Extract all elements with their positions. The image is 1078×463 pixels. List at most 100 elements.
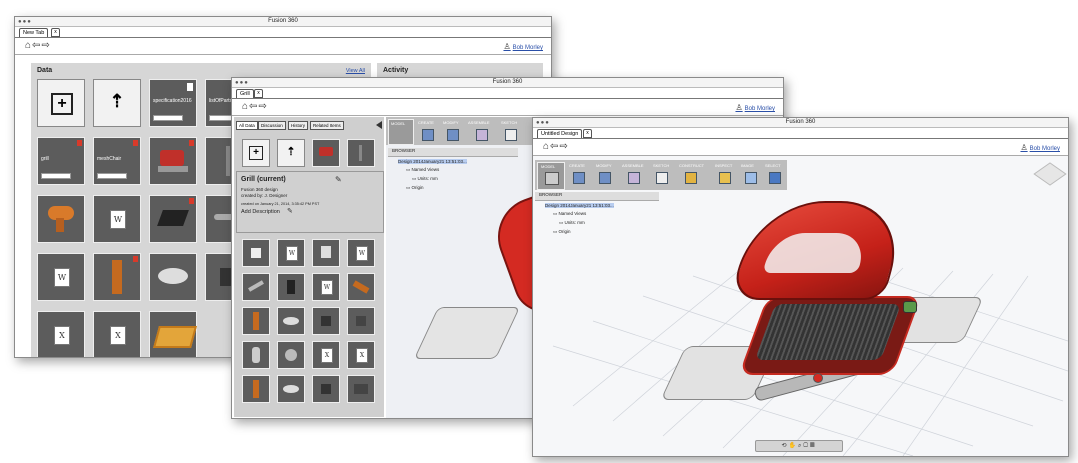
file-tile[interactable]: W bbox=[312, 273, 340, 301]
orbit-icon[interactable]: ⟲ bbox=[781, 443, 788, 449]
modify-icon[interactable] bbox=[447, 129, 459, 141]
add-description-link[interactable]: Add Description bbox=[241, 209, 280, 215]
grill-model[interactable] bbox=[660, 201, 993, 416]
window-controls[interactable]: ●●● bbox=[18, 18, 32, 27]
file-tile[interactable]: W bbox=[347, 239, 375, 267]
browser-root[interactable]: Design 2014January21 13:51:03... bbox=[388, 159, 518, 164]
browser-item[interactable]: ▭ Units: mm bbox=[535, 220, 659, 226]
tab-close-icon[interactable]: x bbox=[583, 129, 592, 138]
select-icon[interactable] bbox=[769, 172, 781, 184]
file-tile-selected[interactable] bbox=[312, 139, 340, 167]
file-tile[interactable]: meshChair bbox=[93, 137, 141, 185]
sketch-icon[interactable] bbox=[656, 172, 668, 184]
collapse-panel-icon[interactable] bbox=[376, 121, 382, 129]
file-tile[interactable] bbox=[242, 273, 270, 301]
edit-description-icon[interactable]: ✎ bbox=[287, 207, 293, 215]
file-tile[interactable] bbox=[149, 137, 197, 185]
file-tile[interactable] bbox=[347, 307, 375, 335]
file-tile[interactable]: W bbox=[93, 195, 141, 243]
browser-item[interactable]: ▭ Units: mm bbox=[388, 176, 518, 182]
subtab-related-items[interactable]: Related Items bbox=[310, 121, 344, 130]
file-tile[interactable]: specification2016 bbox=[149, 79, 197, 127]
model-workspace-button[interactable]: MODEL bbox=[537, 162, 565, 190]
new-design-button[interactable]: + bbox=[37, 79, 85, 127]
window-controls[interactable]: ●●● bbox=[235, 79, 249, 88]
model-workspace-button[interactable]: MODEL bbox=[388, 119, 414, 145]
forward-icon[interactable]: ⇨ bbox=[258, 101, 267, 112]
file-tile[interactable] bbox=[149, 195, 197, 243]
display-settings-icon[interactable]: ▦ bbox=[810, 443, 817, 449]
window-controls[interactable]: ●●● bbox=[536, 119, 550, 128]
browser-item[interactable]: ▭ Named Views bbox=[388, 167, 518, 173]
subtab-all-data[interactable]: All Data bbox=[236, 121, 258, 130]
file-tile[interactable] bbox=[93, 253, 141, 301]
file-tile[interactable]: W bbox=[37, 253, 85, 301]
view-all-link[interactable]: View All bbox=[346, 68, 365, 74]
browser-item[interactable]: ▭ Origin bbox=[388, 185, 518, 191]
viewport[interactable]: MODEL CREATE MODIFY ASSEMBLE SKETCH CONS… bbox=[533, 156, 1068, 456]
file-tile[interactable] bbox=[277, 341, 305, 369]
file-tile[interactable] bbox=[149, 253, 197, 301]
upload-button[interactable]: ⇡ bbox=[93, 79, 141, 127]
file-tile[interactable] bbox=[277, 273, 305, 301]
file-tile[interactable] bbox=[149, 311, 197, 357]
home-icon[interactable]: ⌂ bbox=[25, 40, 32, 51]
file-tile[interactable] bbox=[277, 375, 305, 403]
tool-label: CREATE bbox=[569, 163, 585, 168]
file-tile[interactable]: W bbox=[277, 239, 305, 267]
file-tile[interactable] bbox=[312, 239, 340, 267]
create-box-icon[interactable] bbox=[573, 172, 585, 184]
file-tile[interactable] bbox=[242, 307, 270, 335]
browser-header[interactable]: BROWSER bbox=[535, 192, 659, 201]
tab-grill[interactable]: Grill bbox=[236, 89, 254, 98]
file-tile[interactable] bbox=[347, 375, 375, 403]
file-tile[interactable] bbox=[347, 139, 375, 167]
home-icon[interactable]: ⌂ bbox=[543, 141, 550, 152]
file-tile[interactable]: X bbox=[93, 311, 141, 357]
home-icon[interactable]: ⌂ bbox=[242, 101, 249, 112]
user-link[interactable]: ♙ Bob Morley bbox=[503, 42, 543, 51]
tab-close-icon[interactable]: x bbox=[51, 28, 60, 37]
file-tile[interactable] bbox=[242, 341, 270, 369]
subtab-discussion[interactable]: Discussion bbox=[258, 121, 286, 130]
image-icon[interactable] bbox=[745, 172, 757, 184]
user-link[interactable]: ♙ Bob Morley bbox=[735, 103, 775, 112]
file-tile[interactable] bbox=[242, 239, 270, 267]
browser-root[interactable]: Design 2014January21 13:51:03... bbox=[535, 203, 659, 208]
assemble-icon[interactable] bbox=[476, 129, 488, 141]
file-tile[interactable] bbox=[312, 307, 340, 335]
navigation-bar: ⌂⇦⇨ ♙ Bob Morley bbox=[232, 99, 783, 116]
sketch-icon[interactable] bbox=[505, 129, 517, 141]
file-tile[interactable]: X bbox=[347, 341, 375, 369]
pan-icon[interactable]: ✋ bbox=[789, 443, 798, 449]
modify-icon[interactable] bbox=[599, 172, 611, 184]
assemble-icon[interactable] bbox=[628, 172, 640, 184]
browser-item[interactable]: ▭ Named Views bbox=[535, 211, 659, 217]
new-design-button[interactable]: + bbox=[242, 139, 270, 167]
tab-untitled-design[interactable]: Untitled Design bbox=[537, 129, 583, 138]
browser-item[interactable]: ▭ Origin bbox=[535, 229, 659, 235]
tab-new-tab[interactable]: New Tab bbox=[19, 28, 49, 37]
title-bar: ●●● Fusion 360 bbox=[533, 118, 1068, 128]
subtab-history[interactable]: History bbox=[288, 121, 309, 130]
fit-icon[interactable]: ▢ bbox=[803, 443, 810, 449]
tab-close-icon[interactable]: x bbox=[254, 89, 263, 98]
edit-icon[interactable]: ✎ bbox=[335, 175, 342, 184]
file-tile[interactable] bbox=[277, 307, 305, 335]
file-tile[interactable] bbox=[37, 195, 85, 243]
create-box-icon[interactable] bbox=[422, 129, 434, 141]
construct-icon[interactable] bbox=[685, 172, 697, 184]
user-link[interactable]: ♙ Bob Morley bbox=[1020, 143, 1060, 152]
upload-button[interactable]: ⇡ bbox=[277, 139, 305, 167]
file-tile[interactable] bbox=[242, 375, 270, 403]
file-tile[interactable]: X bbox=[312, 341, 340, 369]
file-tile[interactable] bbox=[347, 273, 375, 301]
file-tile[interactable]: X bbox=[37, 311, 85, 357]
file-tile[interactable]: grill bbox=[37, 137, 85, 185]
file-tile[interactable] bbox=[312, 375, 340, 403]
forward-icon[interactable]: ⇨ bbox=[41, 40, 50, 51]
part-thumbnail bbox=[354, 384, 368, 394]
inspect-icon[interactable] bbox=[719, 172, 731, 184]
forward-icon[interactable]: ⇨ bbox=[559, 141, 568, 152]
browser-header[interactable]: BROWSER bbox=[388, 148, 518, 157]
